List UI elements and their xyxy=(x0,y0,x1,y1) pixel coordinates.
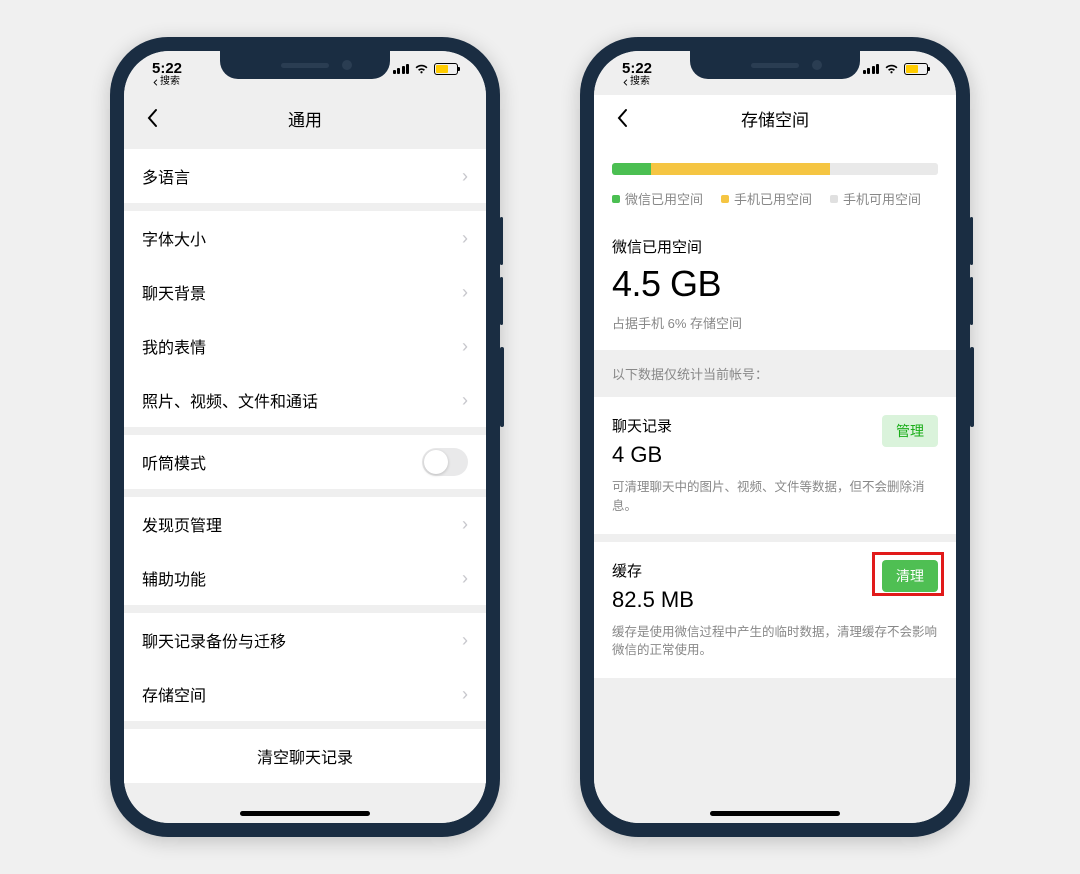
row-storage[interactable]: 存储空间 › xyxy=(124,667,486,721)
status-back-search[interactable]: 搜索 xyxy=(152,77,182,87)
cellular-signal-icon xyxy=(393,64,410,74)
wifi-icon xyxy=(884,64,899,75)
row-chat-background[interactable]: 聊天背景 › xyxy=(124,265,486,319)
row-label: 清空聊天记录 xyxy=(257,744,353,768)
row-label: 听筒模式 xyxy=(142,450,206,474)
main-stat-label: 微信已用空间 xyxy=(612,236,938,257)
wifi-icon xyxy=(414,64,429,75)
row-label: 字体大小 xyxy=(142,226,206,250)
row-label: 辅助功能 xyxy=(142,566,206,590)
main-stat-value: 4.5 GB xyxy=(612,263,938,305)
storage-summary: 微信已用空间 手机已用空间 手机可用空间 微信已用空间 4.5 GB 占据手机 … xyxy=(594,141,956,350)
card-desc: 可清理聊天中的图片、视频、文件等数据，但不会删除消息。 xyxy=(612,478,938,516)
legend-phone: 手机已用空间 xyxy=(721,189,812,208)
status-time: 5:22 xyxy=(152,61,182,76)
chevron-right-icon: › xyxy=(462,568,468,589)
page-title: 存储空间 xyxy=(741,106,809,131)
chevron-right-icon: › xyxy=(462,228,468,249)
phone-mockup-left: 5:22 搜索 通用 多语言 › xyxy=(110,37,500,837)
earpiece-toggle[interactable] xyxy=(422,448,468,476)
row-earpiece-mode[interactable]: 听筒模式 xyxy=(124,435,486,489)
battery-icon xyxy=(904,63,928,75)
row-label: 我的表情 xyxy=(142,334,206,358)
row-accessibility[interactable]: 辅助功能 › xyxy=(124,551,486,605)
row-label: 聊天背景 xyxy=(142,280,206,304)
status-back-search[interactable]: 搜索 xyxy=(622,77,652,87)
row-font-size[interactable]: 字体大小 › xyxy=(124,211,486,265)
chevron-right-icon: › xyxy=(462,166,468,187)
nav-bar: 通用 xyxy=(124,95,486,141)
row-clear-chat-history[interactable]: 清空聊天记录 xyxy=(124,729,486,783)
chevron-right-icon: › xyxy=(462,684,468,705)
row-label: 存储空间 xyxy=(142,682,206,706)
chat-history-card: 聊天记录 4 GB 可清理聊天中的图片、视频、文件等数据，但不会删除消息。 管理 xyxy=(594,397,956,534)
manage-button[interactable]: 管理 xyxy=(882,415,938,447)
legend-free: 手机可用空间 xyxy=(830,189,921,208)
page-title: 通用 xyxy=(288,106,322,131)
row-label: 照片、视频、文件和通话 xyxy=(142,388,318,412)
bar-segment-free xyxy=(830,163,938,175)
back-button[interactable] xyxy=(136,102,168,134)
chevron-right-icon: › xyxy=(462,336,468,357)
back-button[interactable] xyxy=(606,102,638,134)
notch xyxy=(220,51,390,79)
row-label: 多语言 xyxy=(142,164,190,188)
section-note: 以下数据仅统计当前帐号： xyxy=(594,350,956,397)
notch xyxy=(690,51,860,79)
phone-mockup-right: 5:22 搜索 存储空间 xyxy=(580,37,970,837)
chevron-right-icon: › xyxy=(462,514,468,535)
clear-cache-button[interactable]: 清理 xyxy=(882,560,938,592)
card-desc: 缓存是使用微信过程中产生的临时数据，清理缓存不会影响微信的正常使用。 xyxy=(612,623,938,661)
cellular-signal-icon xyxy=(863,64,880,74)
storage-bar xyxy=(612,163,938,175)
nav-bar: 存储空间 xyxy=(594,95,956,141)
legend-wechat: 微信已用空间 xyxy=(612,189,703,208)
row-label: 发现页管理 xyxy=(142,512,222,536)
battery-icon xyxy=(434,63,458,75)
chevron-right-icon: › xyxy=(462,282,468,303)
row-label: 聊天记录备份与迁移 xyxy=(142,628,286,652)
row-chat-backup[interactable]: 聊天记录备份与迁移 › xyxy=(124,613,486,667)
bar-segment-phone xyxy=(651,163,830,175)
row-stickers[interactable]: 我的表情 › xyxy=(124,319,486,373)
row-media[interactable]: 照片、视频、文件和通话 › xyxy=(124,373,486,427)
home-indicator[interactable] xyxy=(710,811,840,816)
chevron-right-icon: › xyxy=(462,390,468,411)
row-discover-manage[interactable]: 发现页管理 › xyxy=(124,497,486,551)
chevron-right-icon: › xyxy=(462,630,468,651)
main-stat-sub: 占据手机 6% 存储空间 xyxy=(612,313,938,332)
cache-card: 缓存 82.5 MB 缓存是使用微信过程中产生的临时数据，清理缓存不会影响微信的… xyxy=(594,542,956,679)
status-time: 5:22 xyxy=(622,61,652,76)
row-language[interactable]: 多语言 › xyxy=(124,149,486,203)
home-indicator[interactable] xyxy=(240,811,370,816)
bar-segment-wechat xyxy=(612,163,651,175)
